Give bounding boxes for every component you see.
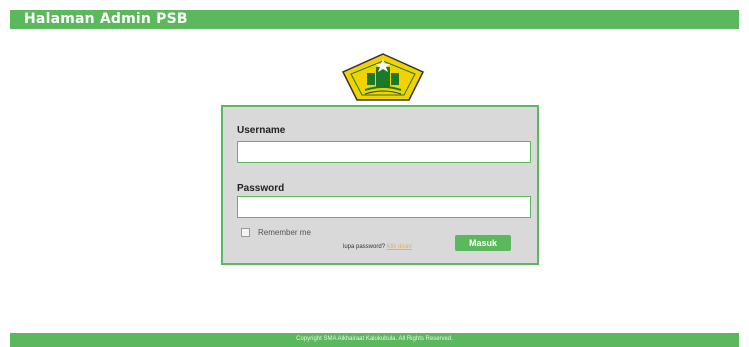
footer-copyright: Copyright SMA Alkhairaat Kalukubula. All… bbox=[296, 336, 453, 342]
page-title: Halaman Admin PSB bbox=[24, 11, 188, 27]
forgot-password-label: lupa password? bbox=[343, 244, 386, 250]
login-button[interactable]: Masuk bbox=[455, 235, 511, 251]
remember-me-option[interactable]: Remember me bbox=[241, 228, 311, 237]
login-form: Username Password Remember me lupa passw… bbox=[221, 105, 539, 265]
top-header-bar: Halaman Admin PSB bbox=[10, 10, 739, 29]
remember-me-checkbox[interactable] bbox=[241, 228, 250, 237]
password-input[interactable] bbox=[237, 196, 531, 218]
footer-bar: Copyright SMA Alkhairaat Kalukubula. All… bbox=[10, 333, 739, 347]
username-input[interactable] bbox=[237, 141, 531, 163]
forgot-password-text: lupa password? Klik disini bbox=[343, 244, 412, 250]
remember-me-label: Remember me bbox=[258, 228, 311, 237]
forgot-password-link[interactable]: Klik disini bbox=[387, 244, 412, 250]
school-emblem-icon bbox=[339, 52, 427, 102]
username-label: Username bbox=[237, 125, 286, 136]
password-label: Password bbox=[237, 183, 285, 194]
